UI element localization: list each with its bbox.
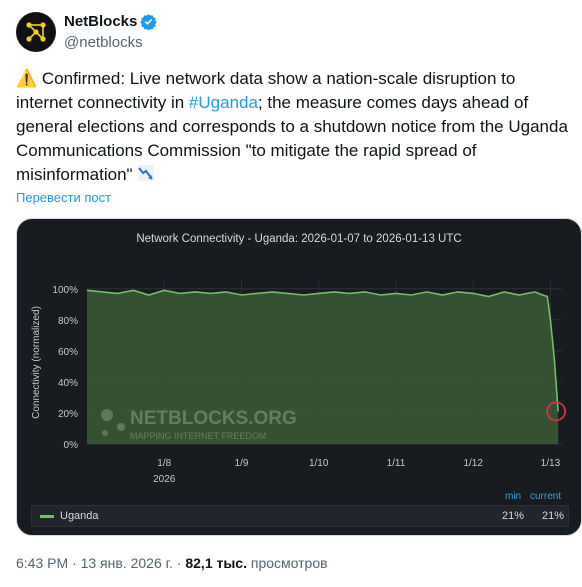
chart-legend: Uganda 21% 21% <box>31 505 569 527</box>
hashtag-link[interactable]: #Uganda <box>189 93 258 112</box>
x-tick-label: 1/13 <box>541 458 561 469</box>
meta-separator: · <box>172 555 186 571</box>
verified-badge-icon[interactable] <box>140 13 158 30</box>
warning-icon: ⚠️ <box>16 69 38 88</box>
watermark-tagline: MAPPING INTERNET FREEDOM <box>130 431 266 441</box>
handle[interactable]: @netblocks <box>64 33 157 52</box>
x-tick-label: 1/11 <box>387 458 406 469</box>
meta-separator: · <box>68 555 81 571</box>
watermark-logo-icon <box>102 430 108 436</box>
x-tick-label: 1/12 <box>463 458 483 469</box>
y-axis-label: Connectivity (normalized) <box>31 306 42 419</box>
x-year-label: 2026 <box>153 474 176 485</box>
legend-min-header[interactable]: min <box>505 491 521 502</box>
y-tick-label: 0% <box>64 440 79 451</box>
connectivity-chart: 100% 80% 60% 40% 20% 0% 1/8 1/9 1/10 1/11 1/12 1/13… <box>31 281 567 485</box>
tweet-time[interactable]: 6:43 PM <box>16 555 68 571</box>
views-count: 82,1 тыс. <box>185 555 247 571</box>
tweet-header: NetBlocks @netblocks <box>16 12 158 52</box>
watermark-logo-icon <box>117 423 125 431</box>
y-tick-label: 60% <box>58 347 78 358</box>
chart-image[interactable]: Network Connectivity - Uganda: 2026-01-0… <box>16 218 582 536</box>
chart-decreasing-icon <box>137 164 155 189</box>
tweet-date[interactable]: 13 янв. 2026 г. <box>81 555 173 571</box>
y-tick-label: 40% <box>58 378 78 389</box>
views-label: просмотров <box>247 555 328 571</box>
y-tick-label: 80% <box>58 316 78 327</box>
x-tick-label: 1/9 <box>235 458 249 469</box>
legend-min-value: 21% <box>502 510 525 522</box>
legend-series-name[interactable]: Uganda <box>60 510 99 522</box>
y-tick-label: 20% <box>58 409 78 420</box>
netblocks-logo-icon <box>26 22 46 42</box>
legend-current-header[interactable]: current <box>530 491 561 502</box>
tweet-meta: 6:43 PM · 13 янв. 2026 г. · 82,1 тыс. пр… <box>16 555 328 571</box>
legend-current-value: 21% <box>542 510 565 522</box>
tweet-text: ⚠️ Confirmed: Live network data show a n… <box>16 67 572 189</box>
display-name[interactable]: NetBlocks <box>64 12 137 31</box>
x-tick-label: 1/8 <box>157 458 171 469</box>
translate-post-link[interactable]: Перевести пост <box>16 190 111 205</box>
watermark-logo-icon <box>101 409 113 421</box>
x-tick-label: 1/10 <box>309 458 329 469</box>
y-tick-label: 100% <box>52 285 78 296</box>
watermark-brand: NETBLOCKS.ORG <box>130 408 297 429</box>
avatar[interactable] <box>16 12 56 52</box>
legend-swatch <box>40 515 54 518</box>
